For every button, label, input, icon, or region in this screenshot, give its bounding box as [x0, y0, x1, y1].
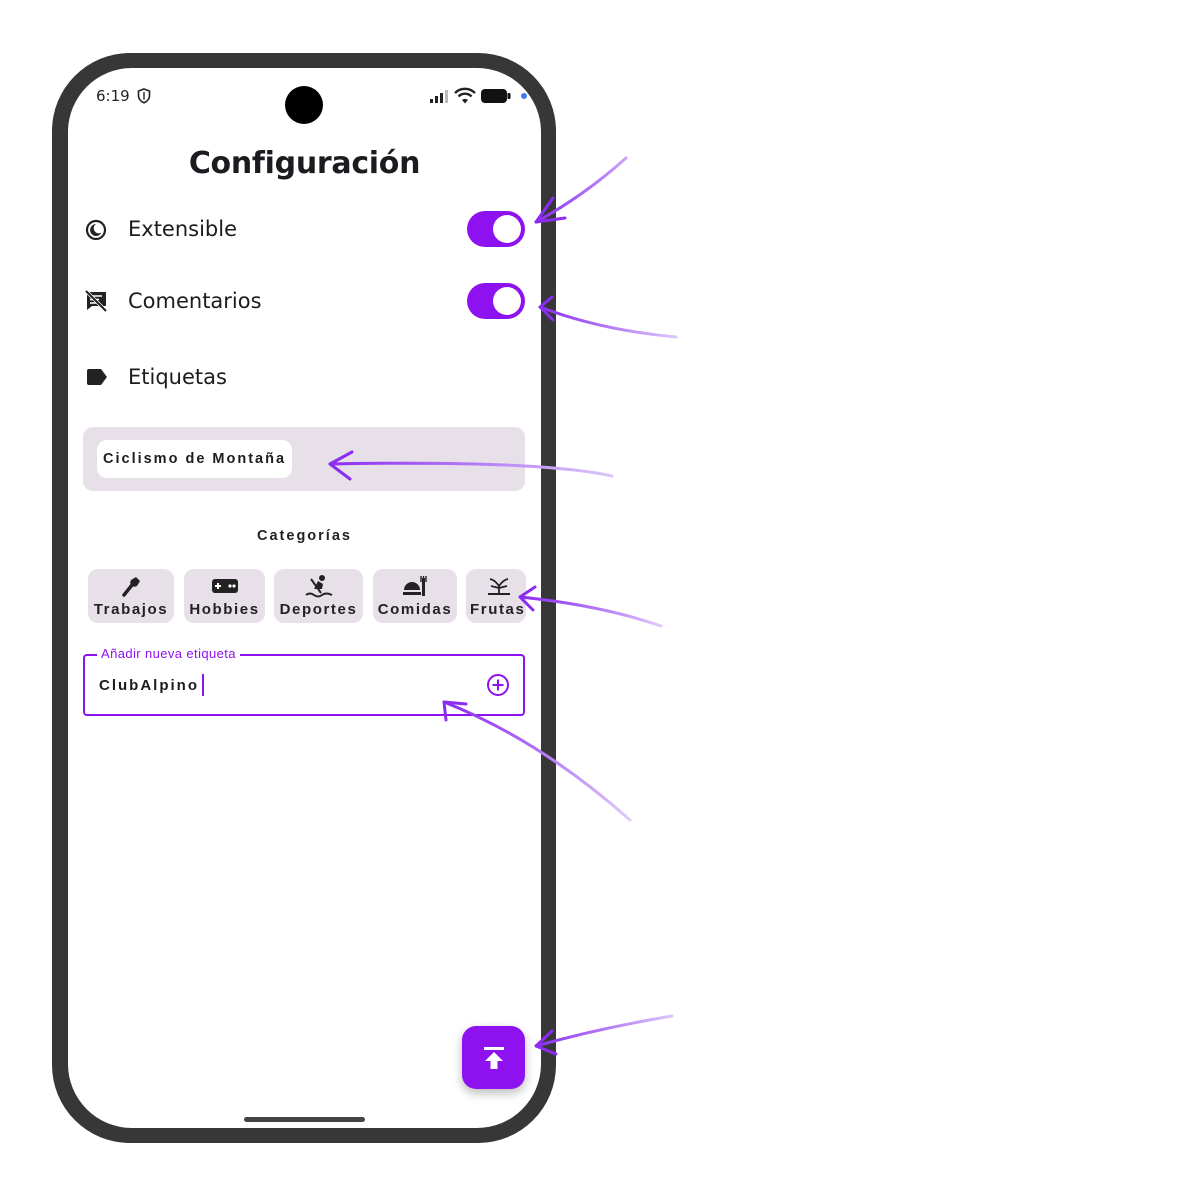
new-tag-field-label: Añadir nueva etiqueta [97, 646, 240, 661]
arrow-upload-fab [534, 1014, 674, 1056]
comments-disabled-icon [84, 289, 108, 317]
category-label: Trabajos [93, 601, 169, 618]
comentarios-toggle[interactable] [467, 283, 525, 319]
page-title: Configuración [188, 146, 421, 181]
wifi-icon [454, 87, 476, 109]
front-camera [285, 86, 323, 124]
battery-icon [481, 89, 511, 108]
category-comidas[interactable]: Comidas [373, 569, 457, 623]
gamepad-icon [184, 574, 265, 598]
status-time: 6:19 [96, 87, 130, 105]
comentarios-label: Comentarios [128, 289, 262, 313]
tags-container: Ciclismo de Montaña [83, 427, 525, 491]
arrow-comentarios-toggle [538, 295, 678, 339]
category-deportes[interactable]: Deportes [274, 569, 363, 623]
notification-dot-icon [521, 93, 527, 99]
extensible-label: Extensible [128, 217, 238, 241]
etiquetas-label: Etiquetas [128, 365, 227, 389]
app-screen: 6:19 Configuración Extensible Comentario… [68, 68, 541, 1128]
category-label: Frutas [470, 601, 526, 618]
plant-icon [466, 574, 526, 598]
upload-icon [481, 1045, 507, 1071]
add-circle-icon[interactable] [486, 673, 510, 702]
tag-chip[interactable]: Ciclismo de Montaña [97, 440, 293, 478]
new-tag-input[interactable] [99, 672, 459, 698]
extensible-toggle[interactable] [467, 211, 525, 247]
categories-title: Categorías [257, 528, 352, 544]
toggle-knob [493, 215, 521, 243]
category-label: Deportes [279, 601, 358, 618]
home-indicator [244, 1117, 365, 1122]
category-label: Comidas [377, 601, 453, 618]
new-tag-field[interactable]: Añadir nueva etiqueta [83, 646, 525, 716]
category-frutas[interactable]: Frutas [466, 569, 526, 623]
category-trabajos[interactable]: Trabajos [88, 569, 174, 623]
category-label: Hobbies [189, 601, 260, 618]
dining-icon [373, 574, 457, 598]
category-hobbies[interactable]: Hobbies [184, 569, 265, 623]
text-cursor [202, 674, 204, 696]
rowing-icon [274, 574, 363, 598]
tool-icon [88, 574, 174, 598]
upload-fab[interactable] [462, 1026, 525, 1089]
signal-icon [430, 90, 450, 108]
label-icon [85, 368, 109, 391]
half-moon-icon [85, 219, 107, 246]
shield-icon [137, 88, 151, 109]
toggle-knob [493, 287, 521, 315]
